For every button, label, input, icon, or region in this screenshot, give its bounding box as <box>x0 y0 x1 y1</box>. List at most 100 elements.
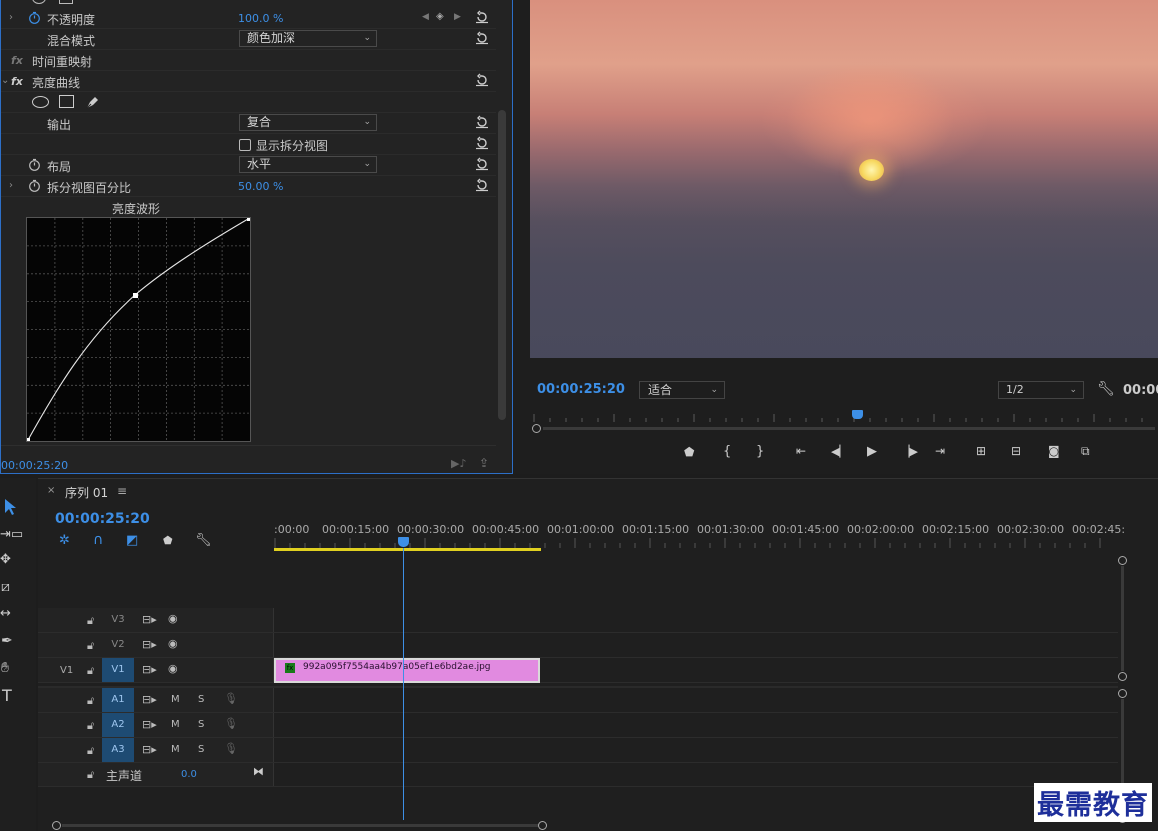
pen-tool-icon[interactable]: ✒ <box>1 633 13 649</box>
ripple-edit-tool-icon[interactable]: ✥ <box>0 552 11 567</box>
sync-lock-icon[interactable]: ⊟▸ <box>142 613 157 626</box>
sync-lock-icon[interactable]: ⊟▸ <box>142 743 157 756</box>
zoom-handle-left[interactable] <box>52 821 61 830</box>
add-keyframe-icon[interactable]: ◈ <box>436 11 444 22</box>
reset-icon[interactable] <box>475 157 489 171</box>
output-dropdown[interactable]: 复合 ⌄ <box>239 114 377 131</box>
selection-tool-icon[interactable] <box>2 498 18 516</box>
lock-icon[interactable]: 🔓︎ <box>87 768 94 782</box>
expand-chevron-icon[interactable]: › <box>9 12 13 23</box>
video-track-scrollbar[interactable] <box>1118 556 1128 682</box>
program-timecode[interactable]: 00:00:25:20 <box>537 382 625 397</box>
razor-tool-icon[interactable]: ⧄ <box>1 579 10 595</box>
reset-icon[interactable] <box>475 136 489 150</box>
track-target[interactable]: V2 <box>102 633 134 657</box>
sync-lock-icon[interactable]: ⊟▸ <box>142 638 157 651</box>
solo-button[interactable]: S <box>198 694 204 705</box>
reset-icon[interactable] <box>475 178 489 192</box>
track-target[interactable]: A3 <box>102 738 134 762</box>
blend-mode-dropdown[interactable]: 颜色加深 ⌄ <box>239 30 377 47</box>
reset-icon[interactable] <box>475 31 489 45</box>
reset-icon[interactable] <box>475 10 489 24</box>
expand-chevron-icon[interactable]: › <box>9 180 13 191</box>
sync-lock-icon[interactable]: ⊟▸ <box>142 693 157 706</box>
close-tab-icon[interactable]: × <box>47 485 55 496</box>
rect-mask-icon[interactable] <box>59 95 74 108</box>
add-marker-icon[interactable]: ⬟ <box>163 534 173 547</box>
luma-curve-graph[interactable] <box>26 217 251 442</box>
effect-controls-scrollbar[interactable] <box>498 110 506 420</box>
track-target[interactable]: A1 <box>102 688 134 712</box>
master-volume[interactable]: 0.0 <box>181 769 197 780</box>
microphone-icon[interactable]: 🎙︎ <box>224 742 238 755</box>
fx-badge[interactable]: fx <box>11 54 23 67</box>
program-zoom-bar[interactable] <box>530 423 1158 434</box>
go-to-out-icon[interactable]: ⇥ <box>935 444 945 458</box>
sync-lock-icon[interactable]: ⊟▸ <box>142 663 157 676</box>
step-back-icon[interactable]: ◀▏ <box>831 445 848 458</box>
wrench-icon[interactable]: 🔧︎ <box>1097 381 1115 397</box>
sequence-tab[interactable]: 序列 01 <box>65 484 108 501</box>
microphone-icon[interactable]: 🎙︎ <box>224 717 238 730</box>
solo-button[interactable]: S <box>198 719 204 730</box>
effect-controls-timecode[interactable]: 00:00:25:20 <box>1 459 68 472</box>
nest-icon[interactable]: ✲ <box>59 533 70 548</box>
eye-icon[interactable]: ◉ <box>168 612 178 625</box>
reset-icon[interactable] <box>475 73 489 87</box>
zoom-handle-left[interactable] <box>532 424 541 433</box>
extract-icon[interactable]: ⊟ <box>1011 444 1021 458</box>
program-video-frame[interactable] <box>530 0 1158 358</box>
mark-out-icon[interactable]: } <box>756 444 764 459</box>
tab-menu-icon[interactable]: ≡ <box>117 484 127 498</box>
track-target[interactable]: V1 <box>102 658 134 682</box>
split-percent-value[interactable]: 50.00 % <box>238 180 283 193</box>
lock-icon[interactable]: 🔓︎ <box>87 639 94 653</box>
play-audio-icon[interactable]: ▶♪ <box>451 457 466 470</box>
ellipse-mask-icon[interactable] <box>32 96 49 108</box>
mark-in-icon[interactable]: { <box>723 444 731 459</box>
mute-button[interactable]: M <box>171 694 180 705</box>
program-playhead[interactable] <box>852 410 863 419</box>
layout-dropdown[interactable]: 水平 ⌄ <box>239 156 377 173</box>
lock-icon[interactable]: 🔓︎ <box>87 614 94 628</box>
rect-mask-icon-top[interactable] <box>59 0 73 4</box>
export-icon[interactable]: ⇪ <box>479 456 489 470</box>
sync-lock-icon[interactable]: ⊟▸ <box>142 718 157 731</box>
solo-button[interactable]: S <box>198 744 204 755</box>
lift-icon[interactable]: ⊞ <box>976 444 986 458</box>
curve-control-point[interactable] <box>133 293 138 298</box>
split-view-checkbox[interactable] <box>239 139 251 151</box>
snap-icon[interactable]: ∩ <box>93 532 103 548</box>
lock-icon[interactable]: 🔓︎ <box>87 664 94 678</box>
slip-tool-icon[interactable]: ↔ <box>0 606 11 621</box>
resolution-dropdown[interactable]: 1/2 ⌄ <box>998 381 1084 399</box>
timeline-settings-icon[interactable]: 🔧︎ <box>195 533 212 548</box>
timeline-zoom-scrollbar[interactable] <box>50 820 550 831</box>
mute-button[interactable]: M <box>171 719 180 730</box>
zoom-handle-right[interactable] <box>538 821 547 830</box>
timeline-playhead-line[interactable] <box>403 548 404 820</box>
timeline-timecode[interactable]: 00:00:25:20 <box>55 511 150 527</box>
prev-keyframe-icon[interactable]: ◀ <box>422 12 429 22</box>
video-clip[interactable]: fx 992a095f7554aa4b97a05ef1e6bd2ae.jpg <box>274 658 540 683</box>
collapse-chevron-icon[interactable]: ⌄ <box>1 75 9 86</box>
type-tool-icon[interactable]: T <box>2 686 12 705</box>
linked-selection-icon[interactable]: ◩ <box>126 533 138 548</box>
track-target[interactable]: A2 <box>102 713 134 737</box>
play-icon[interactable]: ▶ <box>867 444 877 459</box>
fx-badge[interactable]: fx <box>11 75 23 88</box>
fit-dropdown[interactable]: 适合 ⌄ <box>639 381 725 399</box>
track-target[interactable]: V3 <box>102 608 134 632</box>
reset-icon[interactable] <box>475 115 489 129</box>
microphone-icon[interactable]: 🎙︎ <box>224 692 238 705</box>
next-keyframe-icon[interactable]: ▶ <box>454 12 461 22</box>
go-to-end-icon[interactable]: ⧓ <box>253 765 264 778</box>
stopwatch-icon[interactable] <box>28 179 41 192</box>
lock-icon[interactable]: 🔓︎ <box>87 744 94 758</box>
ellipse-mask-icon-top[interactable] <box>32 0 46 4</box>
lock-icon[interactable]: 🔓︎ <box>87 719 94 733</box>
pen-mask-icon[interactable] <box>85 94 101 110</box>
program-mini-ruler[interactable] <box>530 410 1158 422</box>
mute-button[interactable]: M <box>171 744 180 755</box>
opacity-value[interactable]: 100.0 % <box>238 12 283 25</box>
